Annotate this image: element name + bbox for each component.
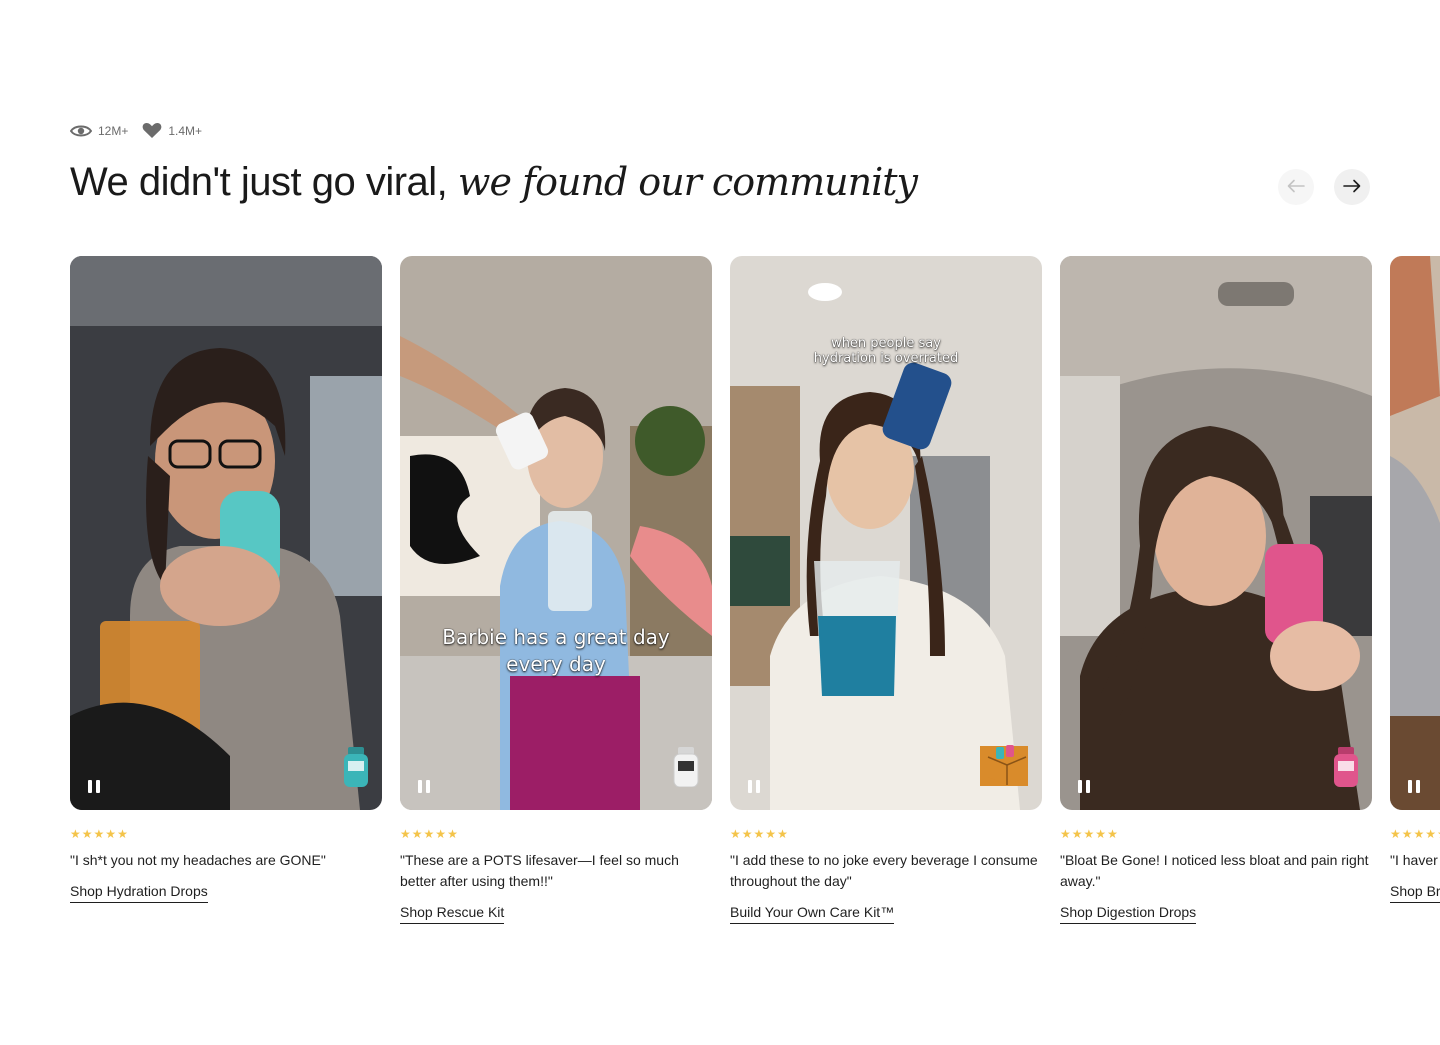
video-player[interactable]: Barbie has a great day every day [400, 256, 712, 810]
star-icon: ★ [730, 827, 741, 841]
shop-link[interactable]: Shop Digestion Drops [1060, 904, 1197, 924]
star-icon: ★ [1413, 827, 1425, 841]
testimonial-card: ★★★★★ "I haver Shop Br [1390, 256, 1440, 924]
star-icon: ★ [70, 827, 81, 841]
video-frame [400, 256, 712, 810]
testimonial-card: when people say hydration is overrated ★… [730, 256, 1042, 924]
testimonial-quote: "I sh*t you not my headaches are GONE" [70, 852, 326, 868]
heading-regular: We didn't just go viral, [70, 160, 458, 204]
star-icon: ★ [777, 827, 788, 841]
pause-button[interactable] [416, 778, 432, 794]
heading-italic: we found our community [457, 160, 918, 204]
carousel-next-button[interactable] [1334, 169, 1370, 205]
testimonial-card: ★ ★ ★ ★ ★ "I sh*t you not my headaches are G… [70, 256, 382, 924]
pause-button[interactable] [1076, 778, 1092, 794]
shop-link[interactable]: Shop Rescue Kit [400, 904, 505, 924]
star-icon: ★ [1083, 827, 1095, 841]
star-icon: ★ [105, 827, 117, 841]
pause-icon [418, 779, 422, 793]
star-rating: ★★★★★ [1390, 828, 1440, 840]
shop-link[interactable]: Shop Hydration Drops [70, 883, 208, 903]
carousel-prev-button[interactable] [1278, 169, 1314, 205]
likes-stat: 1.4M+ [142, 122, 202, 139]
pause-button[interactable] [1406, 778, 1422, 794]
views-stat: 12M+ [70, 124, 128, 138]
star-icon: ★ [93, 827, 105, 841]
heart-icon [142, 122, 162, 139]
pause-icon [1408, 779, 1412, 793]
star-icon: ★ [400, 827, 411, 841]
star-icon: ★ [1390, 827, 1401, 841]
star-icon: ★ [117, 827, 128, 841]
star-icon: ★ [1107, 827, 1118, 841]
video-frame [1060, 256, 1372, 810]
testimonial-quote: "I add these to no joke every beverage I… [730, 852, 1038, 889]
likes-count: 1.4M+ [168, 123, 203, 138]
star-icon: ★ [411, 827, 423, 841]
shop-link[interactable]: Build Your Own Care Kit™ [730, 904, 895, 924]
video-player[interactable] [1060, 256, 1372, 810]
section-heading: We didn't just go viral, we found our co… [70, 160, 918, 205]
views-count: 12M+ [98, 123, 129, 138]
video-frame [1390, 256, 1440, 810]
star-icon: ★ [1060, 827, 1071, 841]
shop-link[interactable]: Shop Br [1390, 883, 1440, 903]
product-thumbnail-icon[interactable] [342, 747, 370, 792]
video-caption: when people say hydration is overrated [813, 336, 959, 366]
product-thumbnail-icon[interactable] [1332, 747, 1360, 792]
star-rating: ★★★★★ [730, 828, 1042, 840]
pause-icon [748, 779, 752, 793]
video-player[interactable]: when people say hydration is overrated [730, 256, 1042, 810]
pause-icon [1078, 779, 1082, 793]
video-player[interactable] [70, 256, 382, 810]
arrow-right-icon [1343, 179, 1361, 196]
star-icon: ★ [1071, 827, 1083, 841]
testimonial-quote: "Bloat Be Gone! I noticed less bloat and… [1060, 852, 1369, 889]
product-thumbnail-icon[interactable] [672, 747, 700, 792]
star-icon: ★ [423, 827, 435, 841]
testimonial-quote: "I haver [1390, 852, 1438, 868]
star-icon: ★ [765, 827, 777, 841]
video-player[interactable] [1390, 256, 1440, 810]
star-icon: ★ [1401, 827, 1413, 841]
pause-button[interactable] [746, 778, 762, 794]
pause-button[interactable] [86, 778, 102, 794]
testimonial-card: ★ ★ ★ ★ ★ "Bloat Be Gone! I noticed less blo… [1060, 256, 1372, 924]
star-icon: ★ [1095, 827, 1107, 841]
star-icon: ★ [741, 827, 753, 841]
care-kit-box-icon[interactable] [984, 741, 1030, 792]
star-icon: ★ [435, 827, 447, 841]
star-icon: ★ [81, 827, 93, 841]
star-rating: ★★★★★ [400, 828, 712, 840]
star-icon: ★ [1425, 827, 1437, 841]
engagement-stats: 12M+ 1.4M+ [70, 122, 210, 139]
testimonial-carousel: ★ ★ ★ ★ ★ "I sh*t you not my headaches are G… [70, 256, 1440, 924]
video-caption: Barbie has a great day every day [442, 625, 670, 676]
testimonial-quote: "These are a POTS lifesaver—I feel so mu… [400, 852, 679, 889]
video-frame [70, 256, 382, 810]
star-icon: ★ [753, 827, 765, 841]
star-rating: ★★★★★ [1060, 828, 1372, 840]
arrow-left-icon [1287, 179, 1305, 196]
star-rating: ★★★★★ [70, 828, 382, 840]
eye-icon [70, 124, 92, 138]
testimonial-card: Barbie has a great day every day ★ ★ ★ ★ ★ "… [400, 256, 712, 924]
star-icon: ★ [447, 827, 458, 841]
pause-icon [88, 779, 92, 793]
